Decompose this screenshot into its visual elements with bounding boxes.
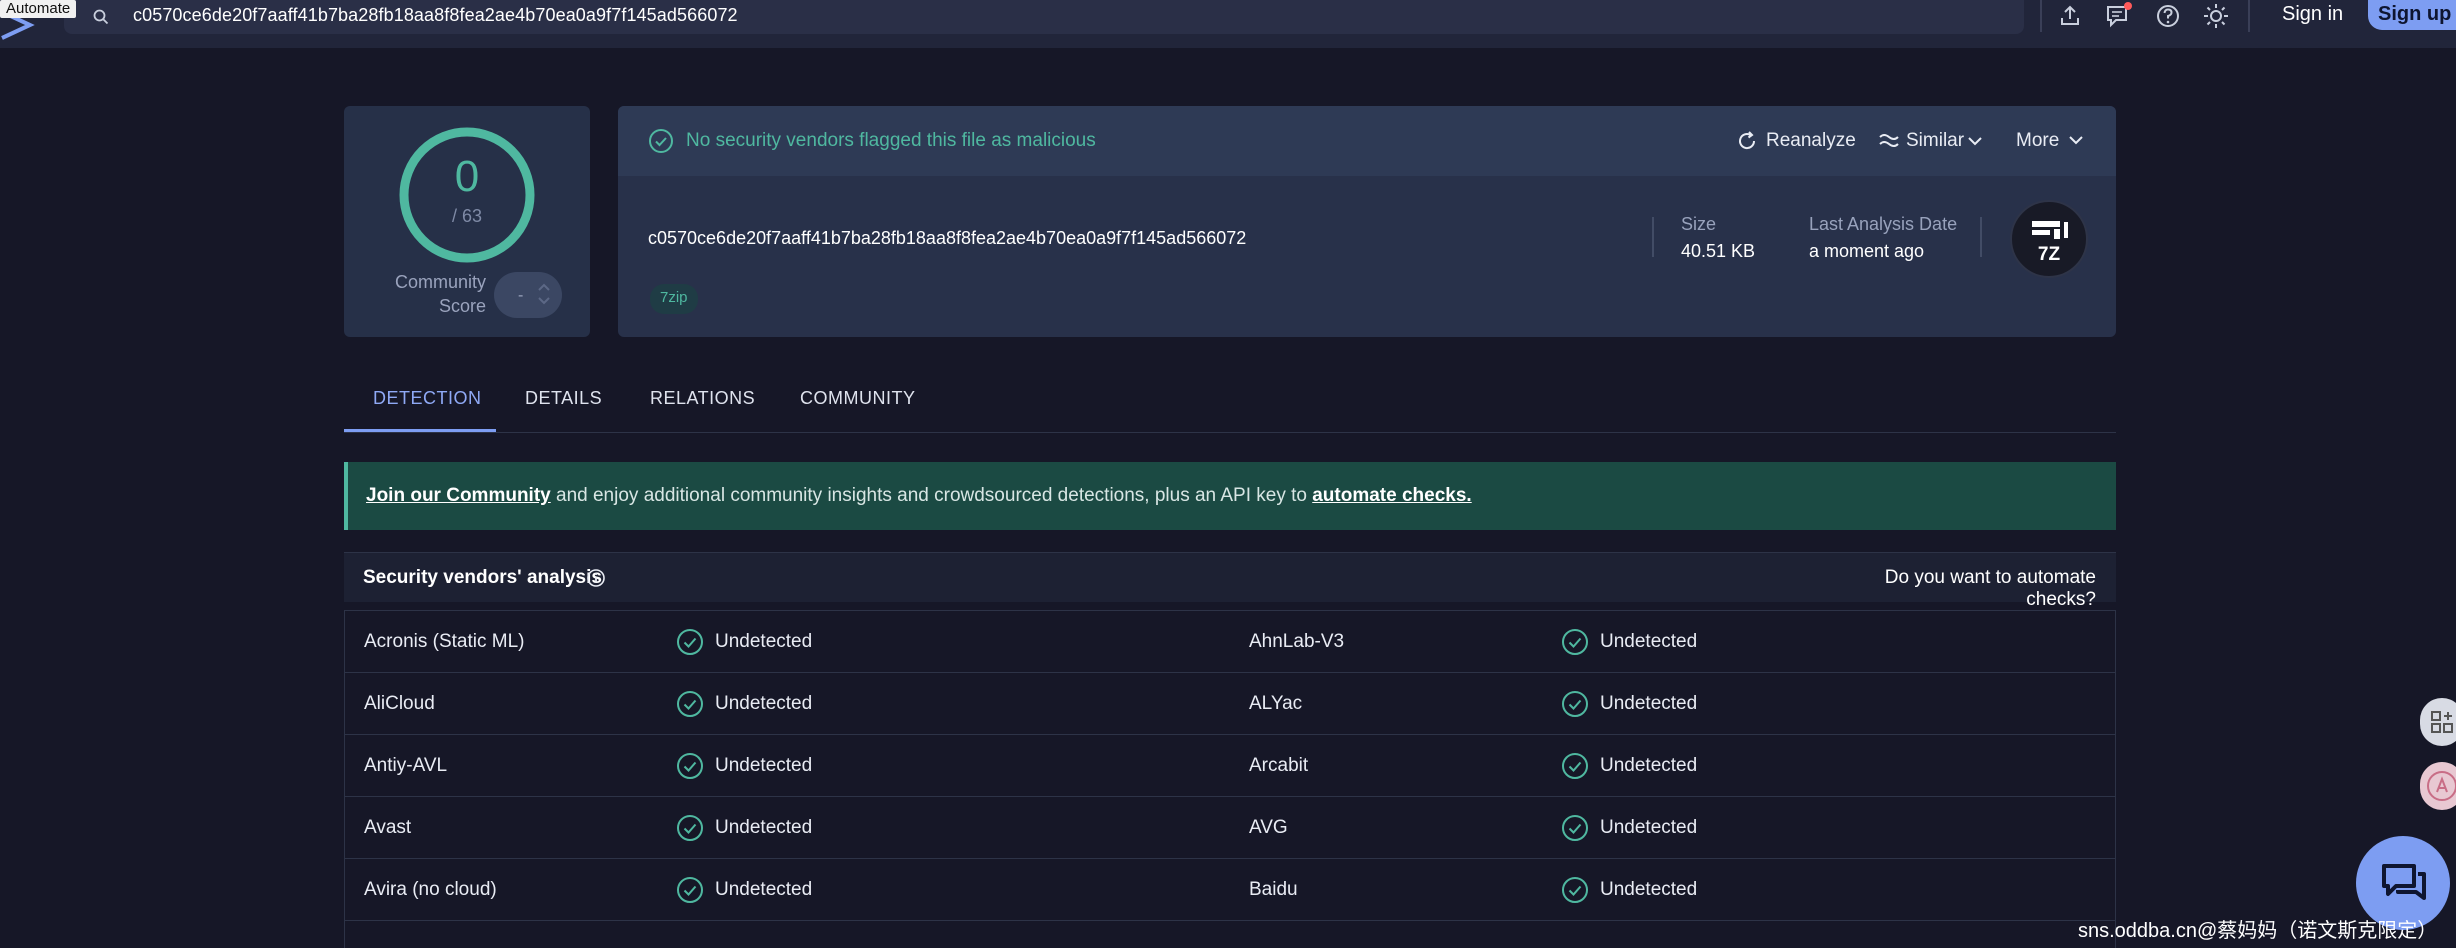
tabs-divider: [344, 432, 2116, 433]
tab-details[interactable]: DETAILS: [525, 388, 602, 409]
vendor-result: Undetected: [715, 693, 813, 714]
size-value: 40.51 KB: [1681, 241, 1756, 261]
theme-toggle-icon[interactable]: [2202, 2, 2230, 30]
file-tag[interactable]: 7zip: [650, 284, 698, 314]
vendor-result: Undetected: [715, 879, 813, 900]
check-circle-icon: [649, 129, 673, 153]
join-community-link[interactable]: Join our Community: [366, 485, 551, 506]
vendor-name: Avast: [364, 817, 412, 838]
vendor-result: Undetected: [715, 631, 813, 652]
size-label: Size: [1681, 214, 1717, 234]
toolbar-divider: [2248, 0, 2250, 32]
check-circle-icon: [676, 690, 704, 718]
similar-icon[interactable]: [1878, 131, 1900, 151]
vendor-name: Avira (no cloud): [364, 879, 497, 900]
check-circle-icon: [676, 752, 704, 780]
vendor-result: Undetected: [715, 755, 813, 776]
archive-icon: 7Z: [2032, 221, 2068, 265]
vendor-name: AliCloud: [364, 693, 435, 714]
file-type-text: 7Z: [2038, 244, 2061, 265]
side-widget-button[interactable]: [2420, 762, 2456, 810]
check-circle-icon: [1561, 690, 1589, 718]
vendors-title: Security vendors' analysis: [363, 567, 602, 588]
info-icon[interactable]: [586, 568, 606, 588]
check-circle-icon: [1561, 628, 1589, 656]
check-circle-icon: [676, 876, 704, 904]
vendor-result: Undetected: [1600, 817, 1698, 838]
vote-arrows-icon[interactable]: [534, 276, 554, 312]
chevron-down-icon[interactable]: [1968, 136, 1982, 146]
vendor-result: Undetected: [1600, 879, 1698, 900]
last-analysis-label: Last Analysis Date: [1809, 214, 1958, 234]
upload-icon[interactable]: [2056, 2, 2084, 30]
sign-up-button[interactable]: Sign up: [2368, 0, 2456, 30]
table-row: Avast Undetected AVG Undetected: [345, 797, 2115, 859]
vendor-name: Acronis (Static ML): [364, 631, 525, 652]
detection-count: 0: [454, 152, 480, 201]
reanalyze-button[interactable]: Reanalyze: [1766, 130, 1856, 152]
sign-in-link[interactable]: Sign in: [2282, 3, 2343, 26]
watermark-text: sns.oddba.cn@蔡妈妈（诺文斯克限定）: [2078, 920, 2438, 942]
vendor-result: Undetected: [1600, 693, 1698, 714]
similar-button[interactable]: Similar: [1906, 130, 1964, 152]
file-type-icon: 7Z: [2010, 200, 2088, 278]
divider: [1652, 217, 1654, 257]
search-icon: [93, 9, 109, 25]
community-label-line2: Score: [438, 296, 486, 316]
vendor-name: Baidu: [1249, 879, 1298, 900]
check-circle-icon: [1561, 876, 1589, 904]
tab-detection[interactable]: DETECTION: [373, 388, 482, 409]
toolbar-divider: [2040, 0, 2042, 32]
table-row: Avira (no cloud) Undetected Baidu Undetecte…: [345, 859, 2115, 921]
vendor-result: Undetected: [715, 817, 813, 838]
vendor-results-table: Acronis (Static ML) Undetected AhnLab-V3 Un…: [344, 610, 2116, 948]
vendor-name: Antiy-AVL: [364, 755, 448, 776]
more-button[interactable]: More: [2016, 130, 2059, 152]
vendor-result: Undetected: [1600, 755, 1698, 776]
divider: [1980, 217, 1982, 257]
tab-community[interactable]: COMMUNITY: [800, 388, 916, 409]
banner-middle-text: and enjoy additional community insights …: [550, 485, 1313, 506]
community-score-label: Community Score: [370, 270, 486, 318]
search-input[interactable]: c0570ce6de20f7aaff41b7ba28fb18aa8f8fea2a…: [133, 5, 738, 26]
tab-relations[interactable]: RELATIONS: [650, 388, 755, 409]
help-icon[interactable]: [2154, 2, 2182, 30]
automate-tag: Automate: [0, 0, 77, 18]
vendor-name: AVG: [1249, 817, 1288, 838]
community-label-line1: Community: [394, 272, 486, 292]
community-score-value: -: [518, 287, 524, 304]
vendor-name: Arcabit: [1249, 755, 1309, 776]
last-analysis-value: a moment ago: [1809, 241, 1925, 261]
translate-icon: [2427, 771, 2456, 801]
file-hash: c0570ce6de20f7aaff41b7ba28fb18aa8f8fea2a…: [648, 228, 1247, 248]
check-circle-icon: [1561, 752, 1589, 780]
side-widget-button[interactable]: [2420, 698, 2456, 746]
grid-plus-icon: [2431, 711, 2453, 733]
table-row: Antiy-AVL Undetected Arcabit Undetected: [345, 735, 2115, 797]
automate-checks-link[interactable]: Do you want to automate checks?: [1830, 567, 2096, 611]
detection-total: / 63: [451, 206, 483, 226]
banner-text: Join our Community and enjoy additional …: [366, 485, 1472, 507]
table-row: Acronis (Static ML) Undetected AhnLab-V3 Un…: [345, 611, 2115, 673]
active-tab-indicator: [344, 429, 496, 432]
status-message: No security vendors flagged this file as…: [686, 130, 1096, 151]
check-circle-icon: [1561, 814, 1589, 842]
check-circle-icon: [676, 814, 704, 842]
notifications-icon[interactable]: [2104, 2, 2132, 30]
refresh-icon[interactable]: [1736, 130, 1758, 152]
table-row: AliCloud Undetected ALYac Undetected: [345, 673, 2115, 735]
vendor-result: Undetected: [1600, 631, 1698, 652]
vendor-name: ALYac: [1249, 693, 1303, 714]
check-circle-icon: [676, 628, 704, 656]
chevron-down-icon[interactable]: [2068, 134, 2084, 146]
automate-checks-link[interactable]: automate checks.: [1312, 485, 1471, 506]
vendor-name: AhnLab-V3: [1249, 631, 1345, 652]
